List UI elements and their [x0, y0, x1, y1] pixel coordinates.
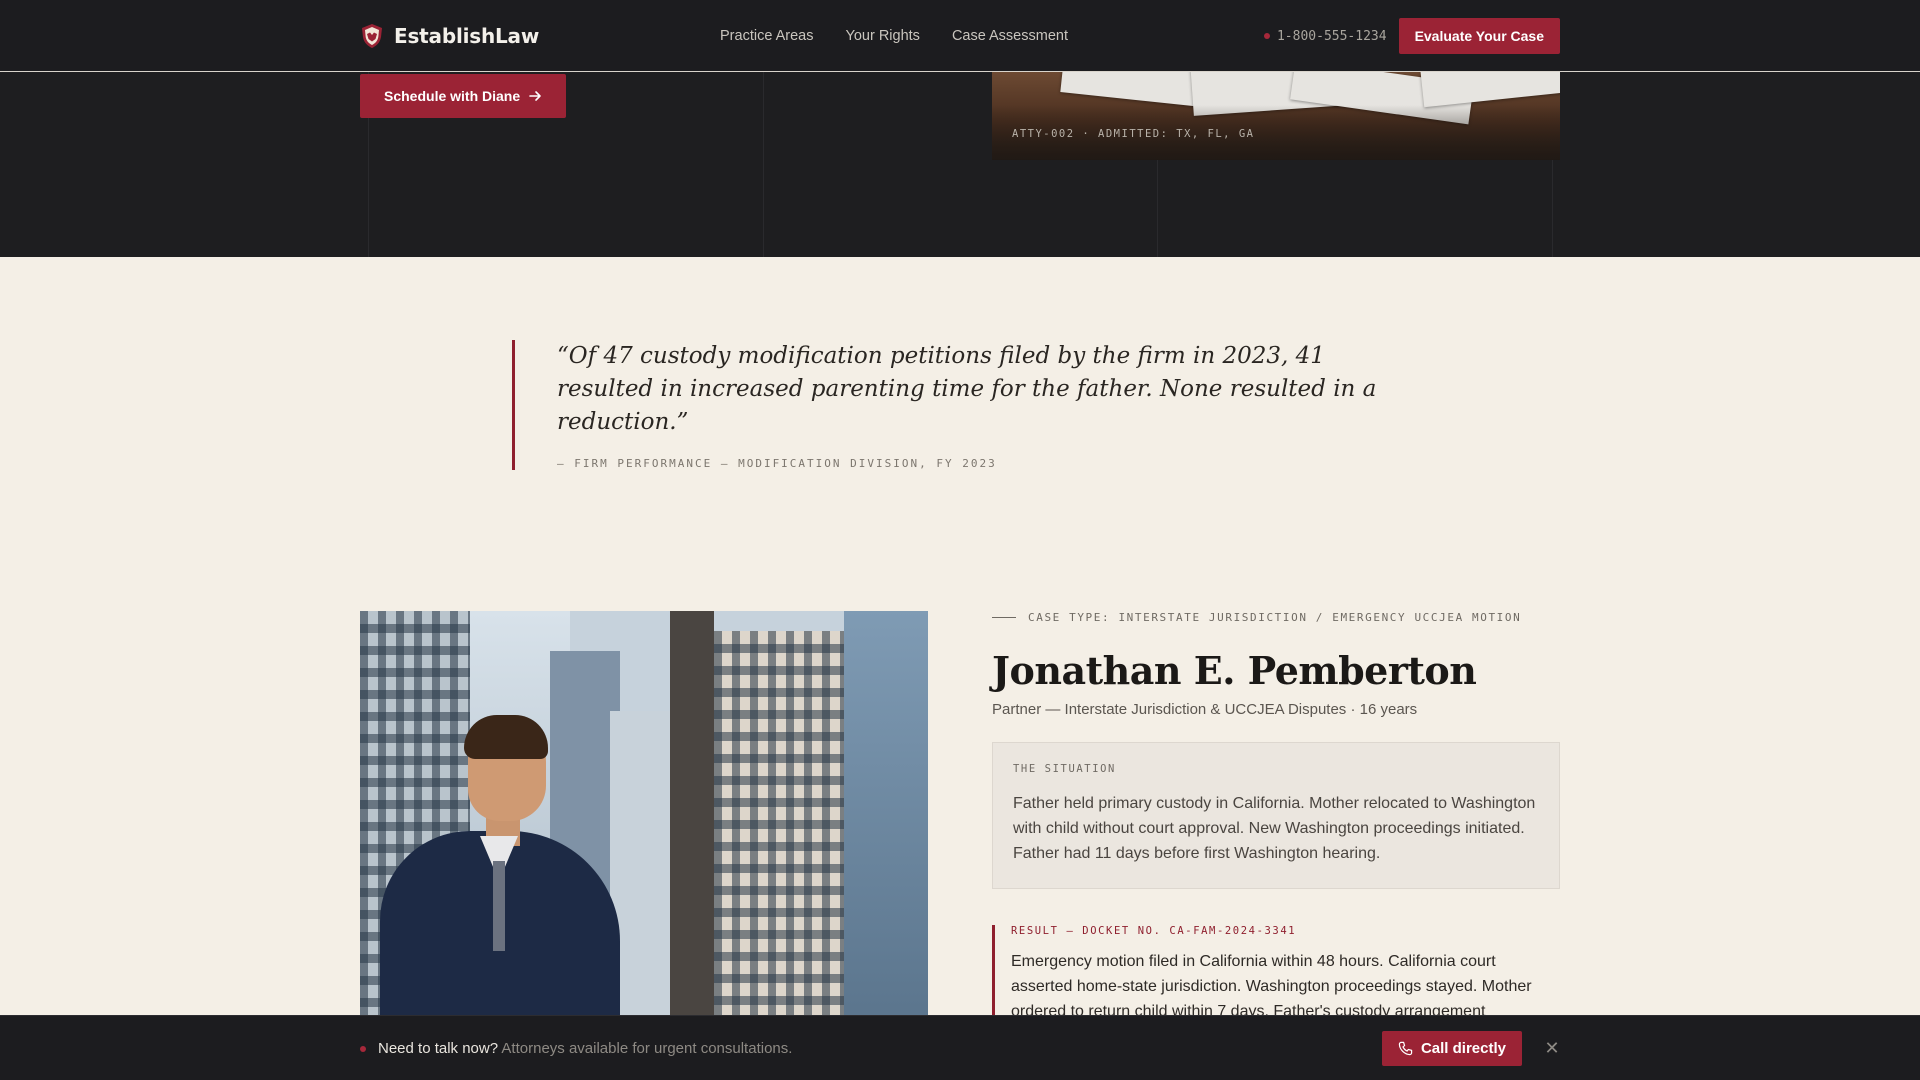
schedule-label: Schedule with Diane: [384, 88, 521, 104]
top-navbar: EstablishLaw Practice Areas Your Rights …: [0, 0, 1920, 72]
attorney-name: Jonathan E. Pemberton: [992, 648, 1477, 693]
hero-section: Schedule with Diane ATTY-002 · ADMITTED:…: [0, 72, 1920, 257]
arrow-right-icon: [529, 91, 541, 101]
attorney-role: Partner — Interstate Jurisdiction & UCCJ…: [992, 701, 1418, 718]
shield-logo-icon: [362, 24, 382, 48]
grid-line: [763, 72, 764, 257]
brand[interactable]: EstablishLaw: [360, 23, 539, 49]
case-type-text: CASE TYPE: INTERSTATE JURISDICTION / EME…: [1028, 611, 1522, 624]
case-type: CASE TYPE: INTERSTATE JURISDICTION / EME…: [992, 611, 1560, 624]
rule-divider: [992, 617, 1016, 618]
phone-number[interactable]: 1-800-555-1234: [1263, 28, 1387, 44]
schedule-button[interactable]: Schedule with Diane: [360, 74, 567, 118]
window-frame: [670, 611, 714, 1031]
phone-text: 1-800-555-1234: [1276, 28, 1387, 44]
evaluate-case-button[interactable]: Evaluate Your Case: [1398, 18, 1560, 54]
brand-name: EstablishLaw: [394, 24, 540, 48]
result-text: Emergency motion filed in California wit…: [1011, 953, 1532, 1020]
nav-practice-areas[interactable]: Practice Areas: [720, 28, 814, 44]
photo-caption: ATTY-002 · ADMITTED: TX, FL, GA: [1012, 128, 1255, 140]
close-icon[interactable]: ✕: [1544, 1038, 1560, 1059]
case-study: CASE TYPE: INTERSTATE JURISDICTION / EME…: [992, 611, 1560, 1035]
firm-quote: “Of 47 custody modification petitions fi…: [512, 340, 1412, 470]
call-directly-label: Call directly: [1420, 1040, 1506, 1057]
quote-source: — FIRM PERFORMANCE — MODIFICATION DIVISI…: [557, 457, 997, 470]
situation-label: THE SITUATION: [1013, 763, 1116, 775]
quote-text: “Of 47 custody modification petitions fi…: [557, 343, 1377, 435]
situation-text: Father held primary custody in Californi…: [1013, 795, 1536, 862]
nav-case-assessment[interactable]: Case Assessment: [952, 28, 1068, 44]
nav-your-rights[interactable]: Your Rights: [846, 28, 920, 44]
situation-card: THE SITUATION Father held primary custod…: [992, 742, 1560, 889]
attorney-desk-photo: ATTY-002 · ADMITTED: TX, FL, GA: [992, 72, 1560, 160]
attorney-portrait: [360, 611, 928, 1031]
primary-nav: Practice Areas Your Rights Case Assessme…: [720, 28, 1068, 44]
urgent-subtext: Attorneys available for urgent consultat…: [501, 1040, 793, 1057]
status-dot-icon: [360, 1045, 366, 1052]
result-label: RESULT — DOCKET NO. CA-FAM-2024-3341: [1011, 925, 1297, 937]
call-directly-button[interactable]: Call directly: [1381, 1031, 1522, 1066]
urgent-heading: Need to talk now?: [378, 1040, 499, 1057]
status-dot-icon: [1263, 33, 1270, 39]
urgent-contact-bar: Need to talk now? Attorneys available fo…: [0, 1015, 1920, 1080]
phone-icon: [1398, 1041, 1413, 1056]
